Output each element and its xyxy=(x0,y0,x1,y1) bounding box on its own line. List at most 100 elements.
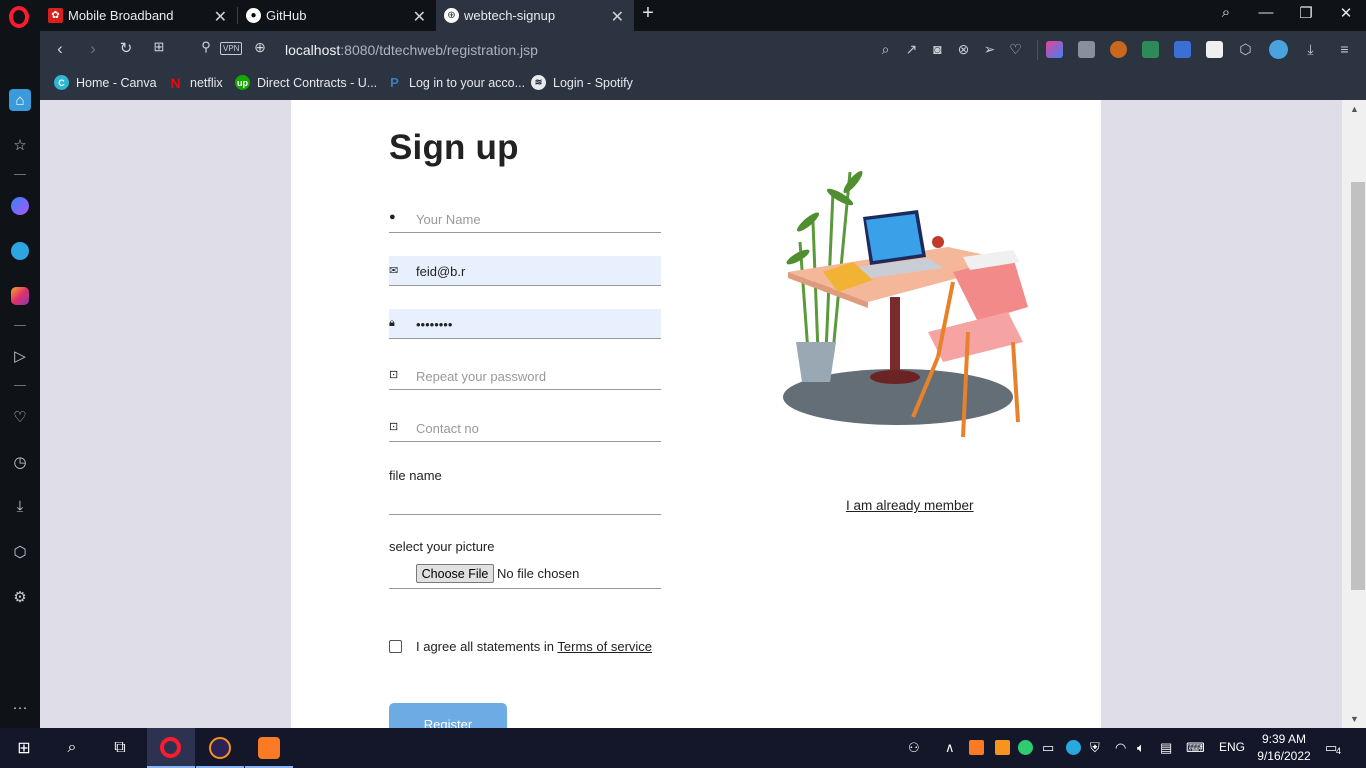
scrollbar-thumb[interactable] xyxy=(1351,182,1365,590)
block-ads-icon[interactable]: ⊗ xyxy=(955,41,972,58)
terms-link[interactable]: Terms of service xyxy=(557,639,652,654)
url-field[interactable]: localhost:8080/tdtechweb/registration.js… xyxy=(285,42,538,58)
close-tab-icon[interactable]: ✕ xyxy=(611,7,624,27)
site-info-icon[interactable]: ⊕ xyxy=(249,39,271,56)
send-icon[interactable]: ↗ xyxy=(903,41,920,58)
messenger-icon[interactable] xyxy=(9,195,31,217)
paypal-icon: P xyxy=(390,75,399,90)
search-icon[interactable]: ⌕ xyxy=(60,736,84,760)
tab-title: GitHub xyxy=(266,8,307,23)
cookie-extension-icon[interactable] xyxy=(1110,41,1127,58)
home-icon[interactable]: ⌂ xyxy=(9,89,31,111)
xampp-tray-icon[interactable] xyxy=(969,740,984,755)
bookmark-spotify[interactable]: ≋ Login - Spotify xyxy=(531,75,633,90)
close-window-icon[interactable]: ✕ xyxy=(1331,4,1361,22)
register-button[interactable]: Register xyxy=(389,703,507,728)
cube-icon[interactable]: ⬡ xyxy=(9,541,31,563)
telegram-icon[interactable] xyxy=(9,240,31,262)
key-icon[interactable]: ⚲ xyxy=(195,39,217,55)
profile-avatar-icon[interactable] xyxy=(1269,40,1288,59)
name-placeholder: Your Name xyxy=(416,212,481,227)
star-icon[interactable]: ☆ xyxy=(9,134,31,156)
restore-icon[interactable]: ❐ xyxy=(1291,4,1321,22)
keyboard-icon[interactable]: ⌨ xyxy=(1186,740,1205,756)
taskbar-eclipse-app[interactable] xyxy=(196,728,244,768)
opera-logo-icon[interactable] xyxy=(9,6,29,28)
translate-extension-icon[interactable] xyxy=(1174,41,1191,58)
password-field[interactable]: 🔒︎ •••••••• xyxy=(389,309,661,339)
email-field[interactable]: ✉ feid@b.r xyxy=(389,256,661,286)
file-name-field[interactable] xyxy=(389,485,661,515)
menu-icon[interactable]: ≡ xyxy=(1336,41,1353,58)
taskbar-xampp-app[interactable] xyxy=(245,728,293,768)
new-tab-icon[interactable]: + xyxy=(633,2,663,25)
security-shield-icon[interactable]: ⛨ xyxy=(1090,740,1100,756)
bookmarks-bar: C Home - Canva N netflix up Direct Contr… xyxy=(40,69,1366,100)
tray-app-icon[interactable] xyxy=(1018,740,1033,755)
contact-field[interactable]: ⊡ Contact no xyxy=(389,412,661,442)
taskbar-opera-app[interactable] xyxy=(147,728,195,768)
bookmark-netflix[interactable]: N netflix xyxy=(168,75,222,91)
download-icon[interactable]: ⤓ xyxy=(9,495,31,517)
heart-icon[interactable]: ♡ xyxy=(1007,41,1024,58)
bookmark-paypal[interactable]: P Log in to your acco... xyxy=(387,75,525,90)
extension-icon[interactable] xyxy=(1142,41,1159,58)
scroll-up-arrow-icon[interactable]: ▲ xyxy=(1350,104,1359,114)
scroll-down-arrow-icon[interactable]: ▼ xyxy=(1350,714,1359,724)
download-icon[interactable]: ⤓ xyxy=(1302,41,1319,58)
tray-app-icon[interactable] xyxy=(1066,740,1081,755)
page-scrollbar[interactable]: ▲ ▼ xyxy=(1342,100,1366,728)
vpn-badge[interactable]: VPN xyxy=(220,42,243,55)
bookmark-upwork[interactable]: up Direct Contracts - U... xyxy=(235,75,377,90)
network-icon[interactable]: ▤ xyxy=(1160,740,1172,756)
wifi-icon[interactable]: ◠ xyxy=(1115,740,1126,756)
tab-github[interactable]: ● GitHub ✕ xyxy=(238,0,436,31)
zoom-search-icon[interactable]: ⌕ xyxy=(877,41,894,58)
clock[interactable]: 9:39 AM 9/16/2022 xyxy=(1254,731,1314,765)
close-tab-icon[interactable]: ✕ xyxy=(214,7,227,27)
people-icon[interactable]: ⚇ xyxy=(908,740,920,756)
heart-icon[interactable]: ♡ xyxy=(9,406,31,428)
flow-send-icon[interactable]: ➢ xyxy=(981,41,998,58)
camera-icon[interactable]: ◙ xyxy=(929,41,946,58)
web-page: Sign up ● Your Name ✉ feid@b.r 🔒︎ ••••••… xyxy=(40,100,1342,728)
close-tab-icon[interactable]: ✕ xyxy=(413,7,426,27)
name-field[interactable]: ● Your Name xyxy=(389,203,661,233)
notification-icon[interactable]: ▭ 4 xyxy=(1325,740,1341,756)
cube-icon[interactable]: ⬡ xyxy=(1237,41,1254,58)
bookmark-label: Home - Canva xyxy=(76,75,157,90)
tab-webtech-signup[interactable]: ⊕ webtech-signup ✕ xyxy=(436,0,634,31)
sidebar-divider xyxy=(14,325,26,326)
show-hidden-icons[interactable]: ∧ xyxy=(945,740,955,756)
extension-icon[interactable] xyxy=(1078,41,1095,58)
globe-icon: ⊕ xyxy=(444,8,459,23)
task-view-icon[interactable]: ⧉ xyxy=(108,736,132,760)
battery-icon[interactable]: ▭ xyxy=(1042,740,1054,756)
windows-start-icon[interactable]: ⊞ xyxy=(12,736,36,760)
settings-icon[interactable]: ⚙ xyxy=(9,586,31,608)
minimize-icon[interactable]: — xyxy=(1251,4,1281,21)
extension-icon[interactable] xyxy=(1046,41,1063,58)
language-indicator[interactable]: ENG xyxy=(1219,740,1245,754)
already-member-link[interactable]: I am already member xyxy=(846,498,974,513)
opera-sidebar: ⌂ ☆ ▷ ♡ ◷ ⤓ ⬡ ⚙ ··· xyxy=(0,31,40,728)
reload-icon[interactable]: ↻ xyxy=(115,39,137,57)
player-icon[interactable]: ▷ xyxy=(9,345,31,367)
choose-file-button[interactable]: Choose File xyxy=(416,564,494,583)
history-icon[interactable]: ◷ xyxy=(9,451,31,473)
tab-grid-icon[interactable]: ⊞ xyxy=(148,39,170,55)
back-icon[interactable]: ‹ xyxy=(49,39,71,59)
mail-icon[interactable] xyxy=(1206,41,1223,58)
forward-icon[interactable]: › xyxy=(82,39,104,59)
volume-icon[interactable]: 🔈︎ xyxy=(1137,740,1145,756)
bookmark-canva[interactable]: C Home - Canva xyxy=(54,75,157,90)
search-tabs-icon[interactable]: ⌕ xyxy=(1211,4,1241,21)
repeat-password-field[interactable]: ⊡ Repeat your password xyxy=(389,360,661,390)
spotify-icon: ≋ xyxy=(531,75,546,90)
desk-illustration xyxy=(783,170,1028,438)
more-icon[interactable]: ··· xyxy=(9,696,31,718)
instagram-icon[interactable] xyxy=(9,285,31,307)
agree-checkbox[interactable] xyxy=(389,640,402,653)
tray-app-icon[interactable] xyxy=(995,740,1010,755)
tab-mobile-broadband[interactable]: ✿ Mobile Broadband ✕ xyxy=(40,0,237,31)
